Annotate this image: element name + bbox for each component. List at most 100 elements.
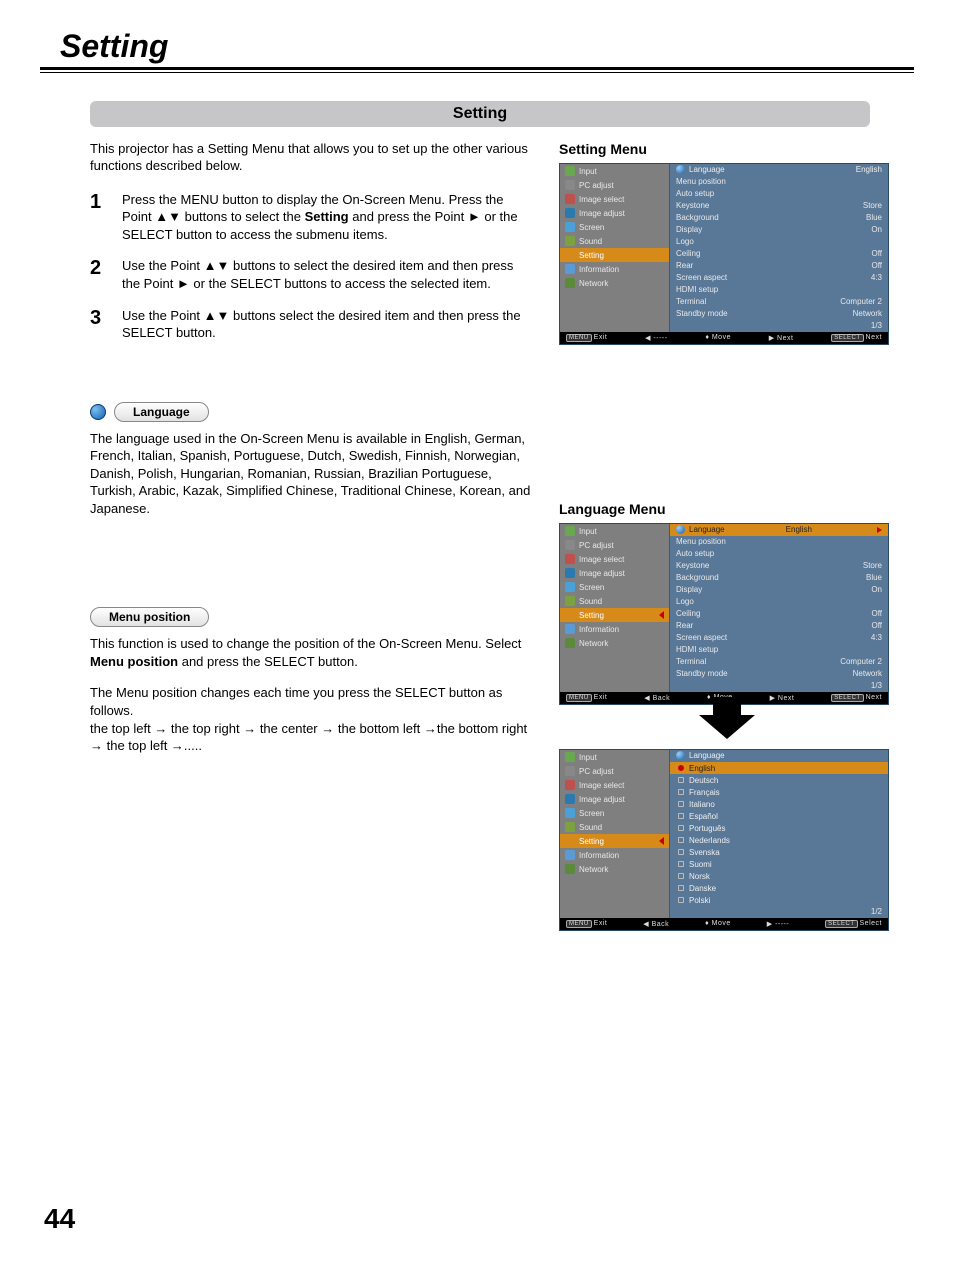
osd-menu-item[interactable]: PC adjust: [560, 764, 669, 778]
osd-menu-item[interactable]: Sound: [560, 820, 669, 834]
osd-language-option[interactable]: Polski: [670, 894, 888, 906]
osd-language-option[interactable]: Español: [670, 810, 888, 822]
osd-setting-row[interactable]: Screen aspect4:3: [670, 632, 888, 644]
osd-menu-item[interactable]: Setting: [560, 608, 669, 622]
osd-setting-row[interactable]: LanguageEnglish: [670, 524, 888, 536]
osd-menu-item[interactable]: Network: [560, 636, 669, 650]
osd-setting-row[interactable]: Logo: [670, 596, 888, 608]
osd-setting-row[interactable]: HDMI setup: [670, 284, 888, 296]
intro-text: This projector has a Setting Menu that a…: [90, 141, 533, 175]
osd-setting-row[interactable]: Logo: [670, 236, 888, 248]
osd-setting-row[interactable]: Auto setup: [670, 548, 888, 560]
osd-menu-icon: [565, 808, 575, 818]
osd-menu-item[interactable]: PC adjust: [560, 538, 669, 552]
osd-setting-row[interactable]: RearOff: [670, 620, 888, 632]
osd-menu-item[interactable]: Input: [560, 750, 669, 764]
osd-language-option[interactable]: Svenska: [670, 846, 888, 858]
osd-bar-select[interactable]: SELECTSelect: [825, 920, 882, 928]
osd-menu-item[interactable]: Image select: [560, 192, 669, 206]
osd-bar-select[interactable]: SELECTNext: [831, 694, 882, 702]
osd-setting-row[interactable]: LanguageEnglish: [670, 164, 888, 176]
osd-bar-next[interactable]: ▶ Next: [770, 694, 795, 702]
step-text: Use the Point ▲▼ buttons select the desi…: [122, 307, 533, 342]
osd-menu-item[interactable]: Image adjust: [560, 206, 669, 220]
osd-language-label: Español: [689, 812, 718, 821]
osd-bar-move[interactable]: ♦ Move: [705, 334, 731, 342]
osd-language-option[interactable]: Deutsch: [670, 774, 888, 786]
osd-bar-next[interactable]: ▶ Next: [769, 334, 794, 342]
osd-menu-item[interactable]: PC adjust: [560, 178, 669, 192]
osd-setting-row[interactable]: 1/3: [670, 680, 888, 692]
osd-setting-row[interactable]: 1/3: [670, 320, 888, 332]
osd-setting-row[interactable]: KeystoneStore: [670, 560, 888, 572]
osd-language-option[interactable]: Suomi: [670, 858, 888, 870]
osd-setting-row[interactable]: KeystoneStore: [670, 200, 888, 212]
osd-bar-back[interactable]: ◀ Back: [644, 694, 670, 702]
osd-menu-item[interactable]: Sound: [560, 594, 669, 608]
osd-setting-row[interactable]: CeilingOff: [670, 608, 888, 620]
osd-menu-icon: [565, 752, 575, 762]
osd-setting-row[interactable]: HDMI setup: [670, 644, 888, 656]
osd-language-option[interactable]: Nederlands: [670, 834, 888, 846]
osd-menu-item[interactable]: Image adjust: [560, 792, 669, 806]
osd-menu-item[interactable]: Setting: [560, 834, 669, 848]
osd-language-option[interactable]: Norsk: [670, 870, 888, 882]
osd-bar-move[interactable]: ♦ Move: [705, 920, 731, 928]
osd-setting-row[interactable]: Menu position: [670, 176, 888, 188]
osd-menu-item[interactable]: Image select: [560, 778, 669, 792]
osd-bar-back[interactable]: ◀ -----: [645, 334, 667, 342]
osd-setting-row[interactable]: BackgroundBlue: [670, 572, 888, 584]
osd-menu-item[interactable]: Setting: [560, 248, 669, 262]
osd-setting-row[interactable]: Standby modeNetwork: [670, 668, 888, 680]
osd-language-header: Language: [670, 750, 888, 762]
osd-language-option[interactable]: Danske: [670, 882, 888, 894]
osd-bar-exit[interactable]: MENUExit: [566, 694, 607, 702]
osd-setting-value: 4:3: [871, 633, 882, 643]
osd-menu-item[interactable]: Image select: [560, 552, 669, 566]
osd-menu-label: Information: [579, 265, 619, 274]
osd-setting-row[interactable]: Terminal Computer 2: [670, 296, 888, 308]
osd-menu-item[interactable]: Information: [560, 622, 669, 636]
osd-language-option[interactable]: Français: [670, 786, 888, 798]
osd-menu-icon: [565, 166, 575, 176]
osd-menu-item[interactable]: Screen: [560, 220, 669, 234]
osd-language-option[interactable]: English: [670, 762, 888, 774]
osd-menu-item[interactable]: Input: [560, 164, 669, 178]
osd-bar-exit[interactable]: MENUExit: [566, 920, 607, 928]
osd-bar-next[interactable]: ▶ -----: [767, 920, 789, 928]
osd-menu-item[interactable]: Screen: [560, 580, 669, 594]
osd-setting-row[interactable]: Auto setup: [670, 188, 888, 200]
osd-page-value: 1/2: [871, 907, 882, 917]
osd-menu-item[interactable]: Input: [560, 524, 669, 538]
osd-setting-value: Store: [863, 561, 882, 571]
osd-bar-back[interactable]: ◀ Back: [643, 920, 669, 928]
osd-language-option[interactable]: Português: [670, 822, 888, 834]
osd-bar-select[interactable]: SELECTNext: [831, 334, 882, 342]
osd-page-indicator: 1/2: [670, 906, 888, 918]
osd-setting-label: Terminal: [676, 297, 706, 307]
osd-setting-row[interactable]: BackgroundBlue: [670, 212, 888, 224]
osd-right-panel: LanguageEnglishMenu positionAuto setupKe…: [670, 164, 888, 332]
osd-menu-label: Image adjust: [579, 795, 625, 804]
osd-setting-row[interactable]: RearOff: [670, 260, 888, 272]
osd-setting-row[interactable]: TerminalComputer 2: [670, 656, 888, 668]
osd-menu-item[interactable]: Network: [560, 862, 669, 876]
osd-menu-label: Sound: [579, 597, 602, 606]
osd-setting-row[interactable]: Screen aspect4:3: [670, 272, 888, 284]
osd-bar-exit[interactable]: MENUExit: [566, 334, 607, 342]
osd-menu-item[interactable]: Network: [560, 276, 669, 290]
osd-left-menu: InputPC adjustImage select Image adjust Sc…: [560, 750, 670, 918]
osd-setting-row[interactable]: DisplayOn: [670, 224, 888, 236]
osd-menu-item[interactable]: Screen: [560, 806, 669, 820]
step-number: 3: [90, 307, 108, 342]
osd-menu-item[interactable]: Image adjust: [560, 566, 669, 580]
osd-language-option[interactable]: Italiano: [670, 798, 888, 810]
osd-menu-item[interactable]: Sound: [560, 234, 669, 248]
osd-setting-row[interactable]: DisplayOn: [670, 584, 888, 596]
osd-setting-row[interactable]: Menu position: [670, 536, 888, 548]
osd-menu-item[interactable]: Information: [560, 848, 669, 862]
osd-menu-item[interactable]: Information: [560, 262, 669, 276]
osd-setting-value: Computer 2: [840, 297, 882, 307]
osd-setting-row[interactable]: CeilingOff: [670, 248, 888, 260]
osd-setting-row[interactable]: Standby modeNetwork: [670, 308, 888, 320]
